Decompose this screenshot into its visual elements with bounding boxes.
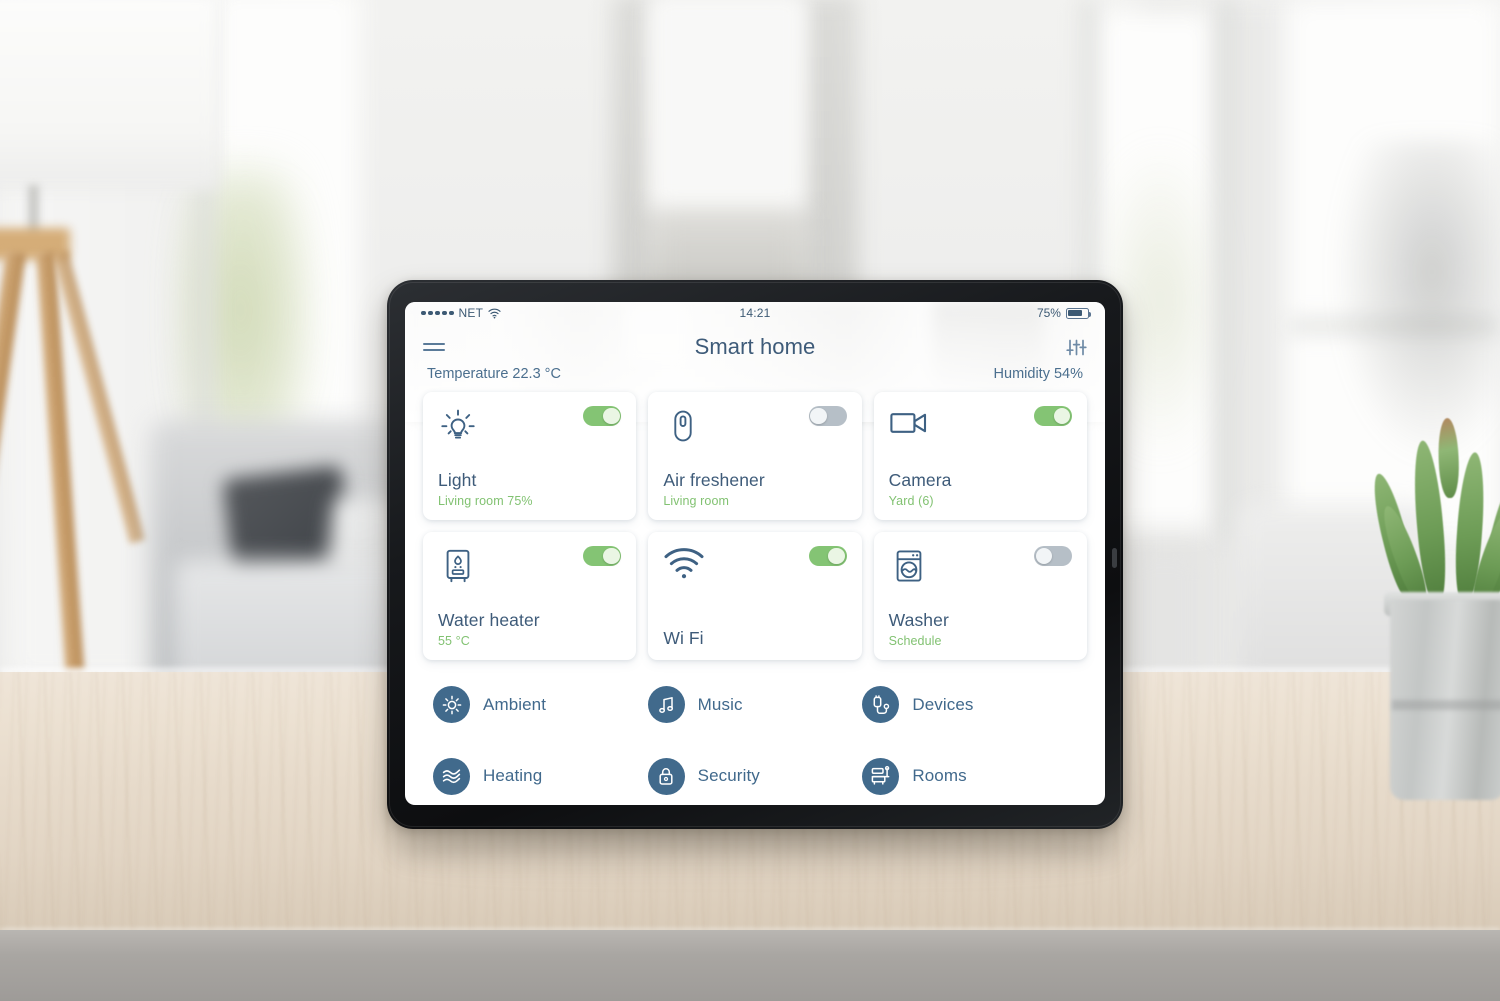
toggle-wifi[interactable] <box>808 546 847 566</box>
armchair-arm <box>1130 555 1200 685</box>
device-card-light[interactable]: Light Living room 75% <box>423 392 637 520</box>
tablet-reflection <box>395 826 1120 878</box>
page-title: Smart home <box>694 334 816 359</box>
menu-item-rooms[interactable]: Rooms <box>862 748 1077 806</box>
lightbulb-icon <box>438 406 478 446</box>
card-title: Wi Fi <box>663 627 704 648</box>
toggle-washer[interactable] <box>1033 546 1072 566</box>
wifi-icon <box>488 308 501 319</box>
card-title: Washer <box>888 610 949 631</box>
battery-icon <box>1065 307 1092 319</box>
menu-item-label: Ambient <box>483 694 547 714</box>
menu-item-devices[interactable]: Devices <box>862 676 1077 734</box>
environment-readouts: Temperature 22.3 °C Humidity 54% <box>405 366 1105 382</box>
sun-icon <box>433 686 470 724</box>
temperature-readout: Temperature 22.3 °C <box>427 366 561 382</box>
background-mullion-1 <box>1218 0 1234 540</box>
status-bar: NET 14:21 75% <box>405 302 1105 324</box>
device-card-grid: Light Living room 75% Air freshener Livi… <box>405 392 1105 660</box>
carrier-label: NET <box>458 306 484 320</box>
water-heater-icon <box>438 546 478 586</box>
battery-percent-label: 75% <box>1036 306 1061 320</box>
tablet-screen: NET 14:21 75% Smart home Temperature 22.… <box>405 302 1105 805</box>
toggle-air-freshener[interactable] <box>808 406 847 426</box>
device-card-washer[interactable]: Washer Schedule <box>873 532 1087 660</box>
card-subtitle: Living room 75% <box>438 493 533 508</box>
wifi-icon <box>663 546 705 580</box>
air-freshener-icon <box>663 406 703 446</box>
washing-machine-icon <box>889 546 929 586</box>
menu-item-label: Devices <box>912 694 974 714</box>
card-top-row <box>438 546 622 586</box>
sliders-icon[interactable] <box>1066 338 1087 357</box>
app-header-right <box>1031 338 1087 357</box>
card-top-row <box>889 406 1072 440</box>
menu-item-label: Security <box>697 766 760 786</box>
card-title: Camera <box>888 470 952 491</box>
card-text: Light Living room 75% <box>438 470 621 508</box>
device-card-wifi[interactable]: Wi Fi <box>648 532 862 660</box>
status-bar-right: 75% <box>869 306 1092 320</box>
card-top-row <box>889 546 1072 586</box>
menu-item-heating[interactable]: Heating <box>433 748 648 806</box>
hamburger-menu-icon[interactable] <box>423 338 445 356</box>
menu-item-label: Heating <box>483 766 543 786</box>
background-plant-branch <box>1330 140 1500 470</box>
card-title: Water heater <box>438 610 540 631</box>
app-header-left <box>423 338 479 356</box>
toggle-camera[interactable] <box>1033 406 1072 426</box>
card-subtitle: 55 °C <box>438 633 470 648</box>
device-card-camera[interactable]: Camera Yard (6) <box>873 392 1087 520</box>
plug-icon <box>862 686 900 724</box>
status-bar-time: 14:21 <box>739 306 771 320</box>
lock-icon <box>647 757 685 795</box>
quick-menu: Ambient Music Devices Heating Security R… <box>405 676 1105 805</box>
app-header: Smart home <box>405 324 1105 370</box>
card-top-row <box>663 406 847 446</box>
card-title: Light <box>438 470 477 491</box>
card-text: Wi Fi <box>663 628 846 648</box>
sofa-icon <box>862 757 900 795</box>
menu-item-music[interactable]: Music <box>647 676 863 734</box>
humidity-readout: Humidity 54% <box>993 366 1083 382</box>
floor-lamp-shade <box>0 0 218 190</box>
card-title: Air freshener <box>663 470 765 491</box>
music-note-icon <box>647 686 685 724</box>
waves-icon <box>433 757 470 795</box>
device-card-water-heater[interactable]: Water heater 55 °C <box>423 532 637 660</box>
card-text: Air freshener Living room <box>663 470 846 508</box>
tablet-power-button[interactable] <box>1112 548 1117 568</box>
menu-item-label: Music <box>697 694 743 714</box>
smart-home-app: NET 14:21 75% Smart home Temperature 22.… <box>405 302 1105 805</box>
card-text: Water heater 55 °C <box>438 610 621 648</box>
card-text: Washer Schedule <box>889 610 1072 648</box>
signal-strength-dots-icon <box>421 310 454 316</box>
card-text: Camera Yard (6) <box>889 470 1072 508</box>
device-card-air-freshener[interactable]: Air freshener Living room <box>648 392 862 520</box>
background-window-shade <box>650 0 805 210</box>
card-top-row <box>663 546 847 580</box>
menu-item-ambient[interactable]: Ambient <box>433 676 648 734</box>
card-subtitle: Yard (6) <box>888 493 934 508</box>
video-camera-icon <box>889 406 929 440</box>
toggle-light[interactable] <box>583 406 622 426</box>
tablet-device: NET 14:21 75% Smart home Temperature 22.… <box>387 280 1123 829</box>
card-top-row <box>438 406 622 446</box>
table-front-edge <box>0 930 1500 1001</box>
card-subtitle: Living room <box>663 493 730 508</box>
status-bar-left: NET <box>421 306 641 320</box>
menu-item-label: Rooms <box>912 766 967 786</box>
menu-item-security[interactable]: Security <box>647 748 863 806</box>
card-subtitle: Schedule <box>888 633 942 648</box>
toggle-water-heater[interactable] <box>583 546 622 566</box>
